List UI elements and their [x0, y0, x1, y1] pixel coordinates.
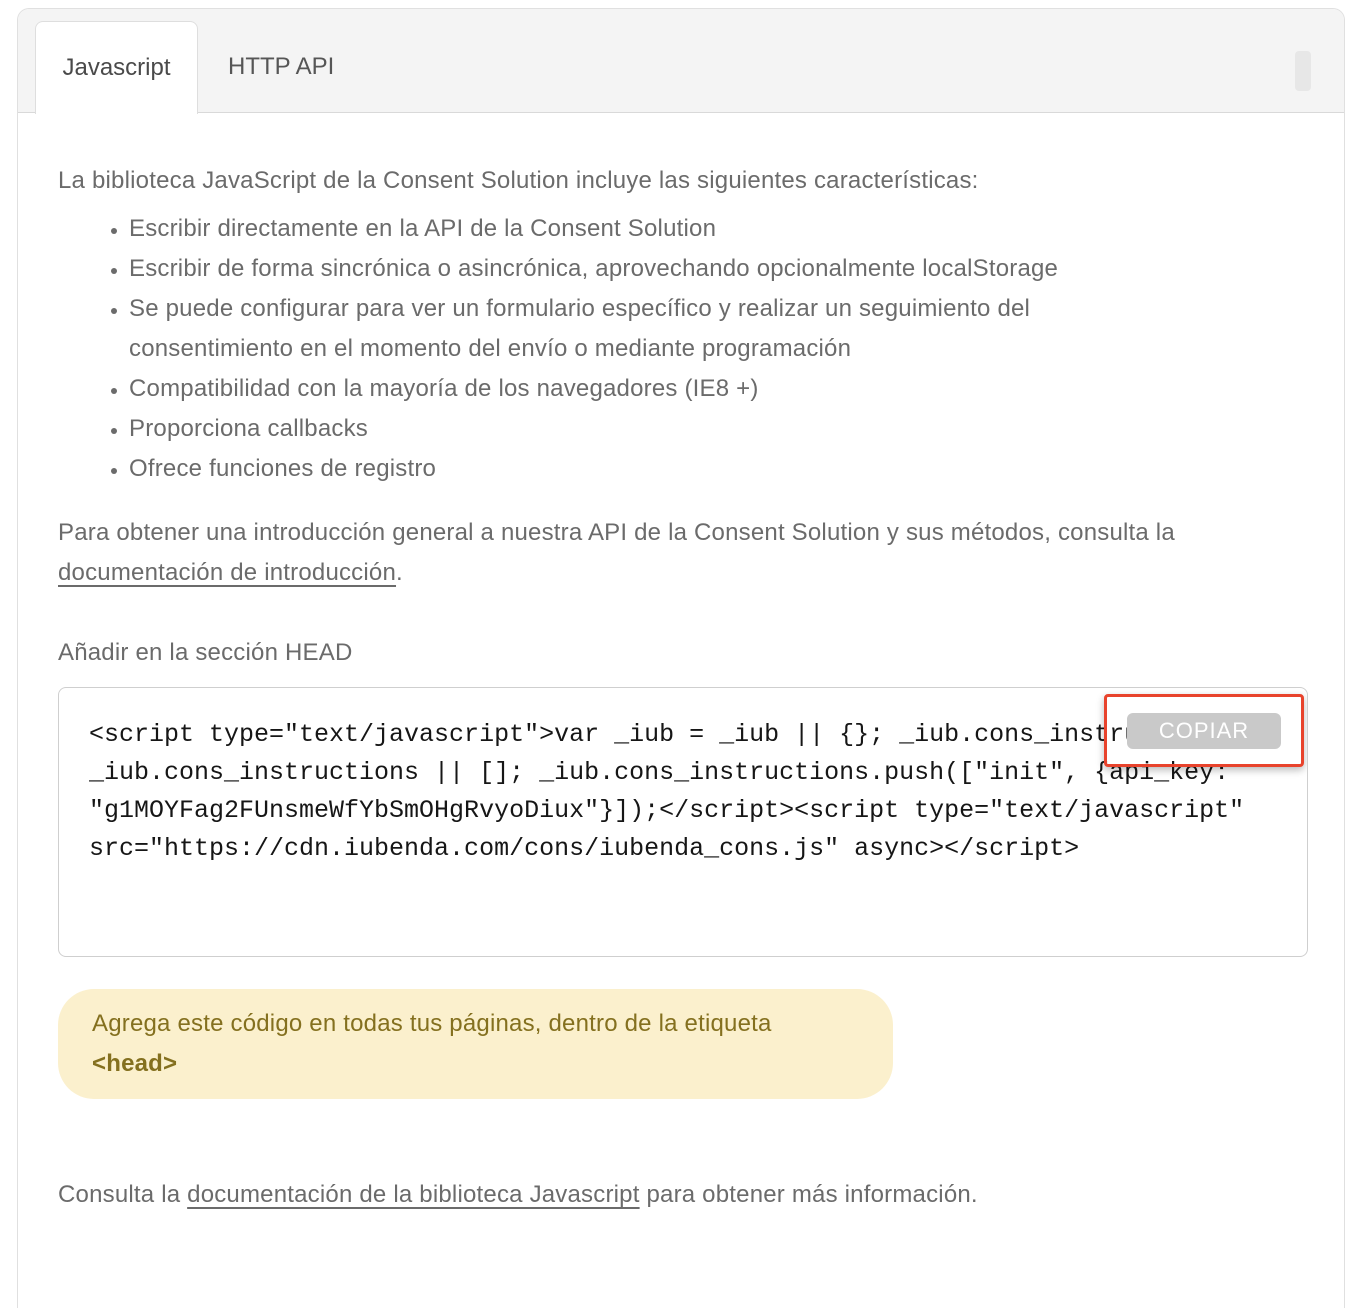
head-section-label: Añadir en la sección HEAD — [58, 633, 1306, 673]
feature-item: Ofrece funciones de registro — [129, 449, 1158, 489]
tab-javascript-label: Javascript — [62, 54, 170, 82]
feature-item: Proporciona callbacks — [129, 409, 1158, 449]
callout-text: Agrega este código en todas tus páginas,… — [92, 1010, 772, 1037]
intro-paragraph: La biblioteca JavaScript de la Consent S… — [58, 161, 1306, 201]
tab-http-api-label: HTTP API — [228, 53, 334, 81]
feature-list: Escribir directamente en la API de la Co… — [58, 209, 1158, 489]
code-line: <script type="text/javascript">var _iub … — [89, 716, 1281, 754]
head-tag-callout: Agrega este código en todas tus páginas,… — [58, 989, 893, 1099]
api-intro-paragraph: Para obtener una introducción general a … — [58, 513, 1306, 593]
feature-item: Se puede configurar para ver un formular… — [129, 289, 1158, 369]
code-line: _iub.cons_instructions || []; _iub.cons_… — [89, 754, 1281, 792]
library-docs-link[interactable]: documentación de la biblioteca Javascrip… — [187, 1181, 639, 1208]
api-intro-text: Para obtener una introducción general a … — [58, 519, 1175, 546]
tab-http-api[interactable]: HTTP API — [228, 21, 334, 113]
tab-bar: Javascript HTTP API — [18, 9, 1344, 113]
feature-item: Escribir directamente en la API de la Co… — [129, 209, 1158, 249]
code-line: src="https://cdn.iubenda.com/cons/iubend… — [89, 830, 1281, 868]
copy-button-highlight: COPIAR — [1104, 694, 1304, 767]
footer-text-after: para obtener más información. — [640, 1181, 978, 1208]
scrollbar-thumb[interactable] — [1295, 51, 1311, 91]
footer-paragraph: Consulta la documentación de la bibliote… — [58, 1175, 1306, 1215]
feature-item: Escribir de forma sincrónica o asincróni… — [129, 249, 1158, 289]
feature-item: Compatibilidad con la mayoría de los nav… — [129, 369, 1158, 409]
code-line: "g1MOYFag2FUnsmeWfYbSmOHgRvyoDiux"}]);</… — [89, 792, 1281, 830]
intro-docs-link[interactable]: documentación de introducción — [58, 559, 396, 586]
panel-card: Javascript HTTP API La biblioteca JavaSc… — [17, 8, 1345, 1308]
footer-text-before: Consulta la — [58, 1181, 187, 1208]
callout-head-tag: <head> — [92, 1050, 177, 1077]
copy-button[interactable]: COPIAR — [1127, 713, 1281, 749]
api-intro-period: . — [396, 559, 403, 586]
code-snippet-block[interactable]: <script type="text/javascript">var _iub … — [58, 687, 1308, 957]
tab-javascript[interactable]: Javascript — [35, 21, 198, 114]
tab-panel-javascript: La biblioteca JavaScript de la Consent S… — [18, 161, 1344, 1215]
